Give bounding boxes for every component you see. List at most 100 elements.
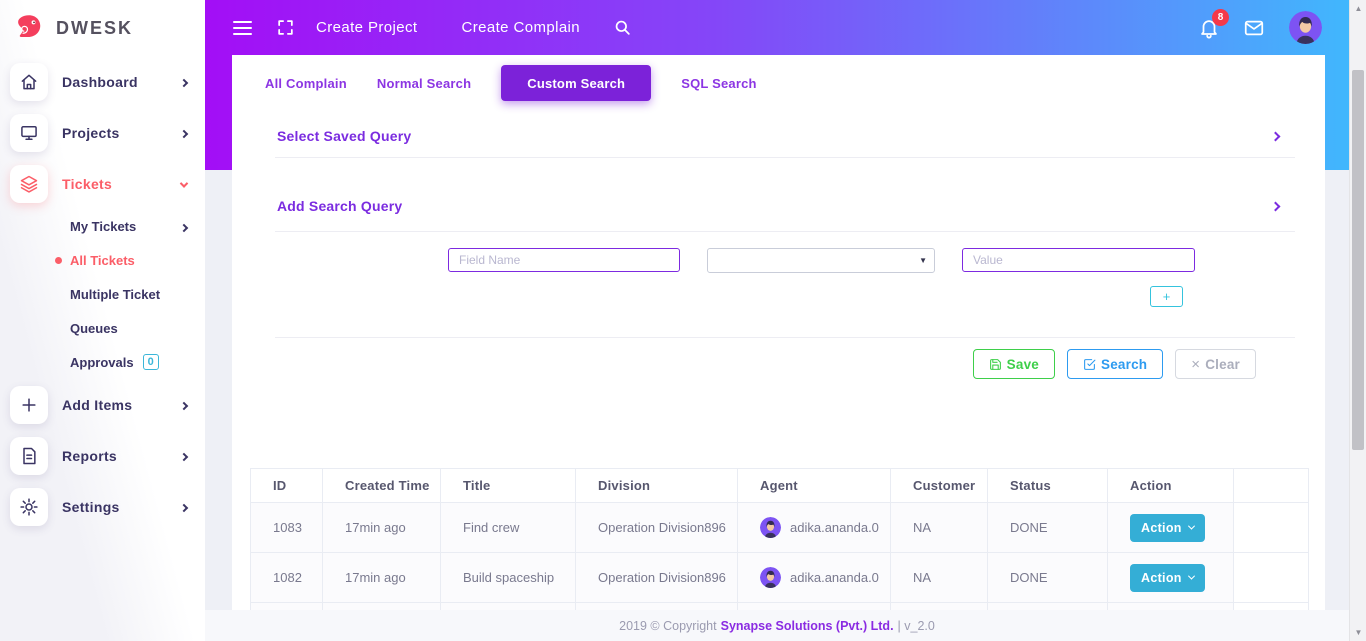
search-button[interactable]: Search <box>1067 349 1163 379</box>
agent-avatar <box>760 567 781 588</box>
create-project-link[interactable]: Create Project <box>316 19 417 36</box>
action-label: Action <box>1141 521 1182 535</box>
cell-title: Find crew <box>441 503 576 553</box>
divider <box>275 337 1295 338</box>
sidebar-item-label: Settings <box>62 499 120 515</box>
sidebar-item-tickets[interactable]: Tickets <box>0 158 205 209</box>
cell-division: Operation Division896 <box>576 553 738 603</box>
chameleon-logo-icon <box>14 13 44 43</box>
clear-label: Clear <box>1205 357 1240 372</box>
gear-icon <box>10 488 48 526</box>
sidebar-subitem-label: My Tickets <box>70 219 136 234</box>
select-saved-query-toggle[interactable]: Select Saved Query <box>277 127 1279 145</box>
tab-custom-search[interactable]: Custom Search <box>501 65 651 101</box>
home-icon <box>10 63 48 101</box>
scroll-up-arrow[interactable]: ▲ <box>1350 0 1366 17</box>
sidebar-item-add-items[interactable]: Add Items <box>0 379 205 430</box>
notification-count-badge: 8 <box>1212 9 1229 26</box>
col-status: Status <box>988 469 1108 503</box>
layers-icon <box>10 165 48 203</box>
sidebar-subitem-label: Approvals <box>70 355 134 370</box>
footer-copyright: 2019 © Copyright <box>619 619 716 633</box>
action-dropdown-button[interactable]: Action <box>1130 514 1205 542</box>
cell-created-time: 17min ago <box>323 553 441 603</box>
save-label: Save <box>1007 357 1039 372</box>
brand-name: DWESK <box>56 18 133 39</box>
divider <box>275 231 1295 232</box>
sidebar-item-approvals[interactable]: Approvals 0 <box>0 345 205 379</box>
operator-select[interactable] <box>707 248 935 273</box>
field-name-input[interactable] <box>448 248 680 272</box>
notifications-bell-icon[interactable]: 8 <box>1198 17 1220 39</box>
topbar: Create Project Create Complain 8 <box>205 0 1349 55</box>
tab-normal-search[interactable]: Normal Search <box>377 76 471 91</box>
footer-company-link[interactable]: Synapse Solutions (Pvt.) Ltd. <box>721 619 894 633</box>
col-customer: Customer <box>891 469 988 503</box>
sidebar-item-reports[interactable]: Reports <box>0 430 205 481</box>
chevron-down-icon <box>181 175 187 193</box>
monitor-icon <box>10 114 48 152</box>
sidebar-item-my-tickets[interactable]: My Tickets <box>0 209 205 243</box>
chevron-right-icon <box>181 396 187 414</box>
clear-button[interactable]: × Clear <box>1175 349 1256 379</box>
approvals-count-badge: 0 <box>143 354 159 370</box>
cell-title: Build spaceship <box>441 553 576 603</box>
sidebar-subitem-label: Queues <box>70 321 118 336</box>
content-card: All Complain Normal Search Custom Search… <box>232 55 1325 611</box>
footer: 2019 © Copyright Synapse Solutions (Pvt.… <box>205 610 1349 641</box>
floppy-disk-icon <box>989 358 1002 371</box>
chevron-right-icon <box>181 124 187 142</box>
tab-all-complain[interactable]: All Complain <box>265 76 347 91</box>
add-search-query-toggle[interactable]: Add Search Query <box>277 197 1279 215</box>
cell-spacer <box>1234 553 1309 603</box>
add-condition-button[interactable]: + <box>1150 286 1183 307</box>
col-created-time: Created Time <box>323 469 441 503</box>
operator-select-wrap: ▼ <box>707 248 935 273</box>
sidebar-item-settings[interactable]: Settings <box>0 481 205 532</box>
sidebar-item-all-tickets[interactable]: All Tickets <box>0 243 205 277</box>
col-id: ID <box>251 469 323 503</box>
chevron-right-icon <box>1271 131 1281 141</box>
cell-division: Operation Division896 <box>576 503 738 553</box>
user-avatar[interactable] <box>1289 11 1322 44</box>
cell-id: 1083 <box>251 503 323 553</box>
active-bullet-icon <box>55 257 62 264</box>
create-complain-link[interactable]: Create Complain <box>461 19 580 36</box>
sidebar: DWESK Dashboard Projects Tickets My Tick… <box>0 0 205 641</box>
sidebar-subitem-label: Multiple Ticket <box>70 287 160 302</box>
value-input[interactable] <box>962 248 1195 272</box>
table-row: 1083 17min ago Find crew Operation Divis… <box>251 503 1309 553</box>
col-action: Action <box>1108 469 1234 503</box>
sidebar-item-label: Reports <box>62 448 117 464</box>
scroll-down-arrow[interactable]: ▼ <box>1350 624 1366 641</box>
save-button[interactable]: Save <box>973 349 1055 379</box>
cell-spacer <box>1234 503 1309 553</box>
cell-customer: NA <box>891 503 988 553</box>
brand-logo[interactable]: DWESK <box>0 0 205 56</box>
app: { "brand": { "name": "DWESK" }, "topbar"… <box>0 0 1366 641</box>
agent-avatar <box>760 517 781 538</box>
cell-action: Action <box>1108 553 1234 603</box>
chevron-right-icon <box>181 219 187 234</box>
search-icon[interactable] <box>613 18 632 37</box>
chevron-down-icon <box>1188 523 1195 530</box>
divider <box>275 157 1295 158</box>
search-label: Search <box>1101 357 1147 372</box>
chevron-down-icon <box>1188 573 1195 580</box>
native-scrollbar: ▲ ▼ <box>1349 0 1366 641</box>
scrollbar-thumb[interactable] <box>1352 70 1364 450</box>
action-dropdown-button[interactable]: Action <box>1130 564 1205 592</box>
sidebar-subitem-label: All Tickets <box>70 253 135 268</box>
mail-icon[interactable] <box>1243 17 1265 39</box>
tab-sql-search[interactable]: SQL Search <box>681 76 756 91</box>
sidebar-item-dashboard[interactable]: Dashboard <box>0 56 205 107</box>
fullscreen-icon[interactable] <box>276 18 295 37</box>
hamburger-menu-icon[interactable] <box>233 19 252 37</box>
sidebar-item-projects[interactable]: Projects <box>0 107 205 158</box>
cell-customer: NA <box>891 553 988 603</box>
col-spacer <box>1234 469 1309 503</box>
sidebar-item-multiple-ticket[interactable]: Multiple Ticket <box>0 277 205 311</box>
plus-icon <box>10 386 48 424</box>
sidebar-item-queues[interactable]: Queues <box>0 311 205 345</box>
sidebar-item-label: Tickets <box>62 176 112 192</box>
